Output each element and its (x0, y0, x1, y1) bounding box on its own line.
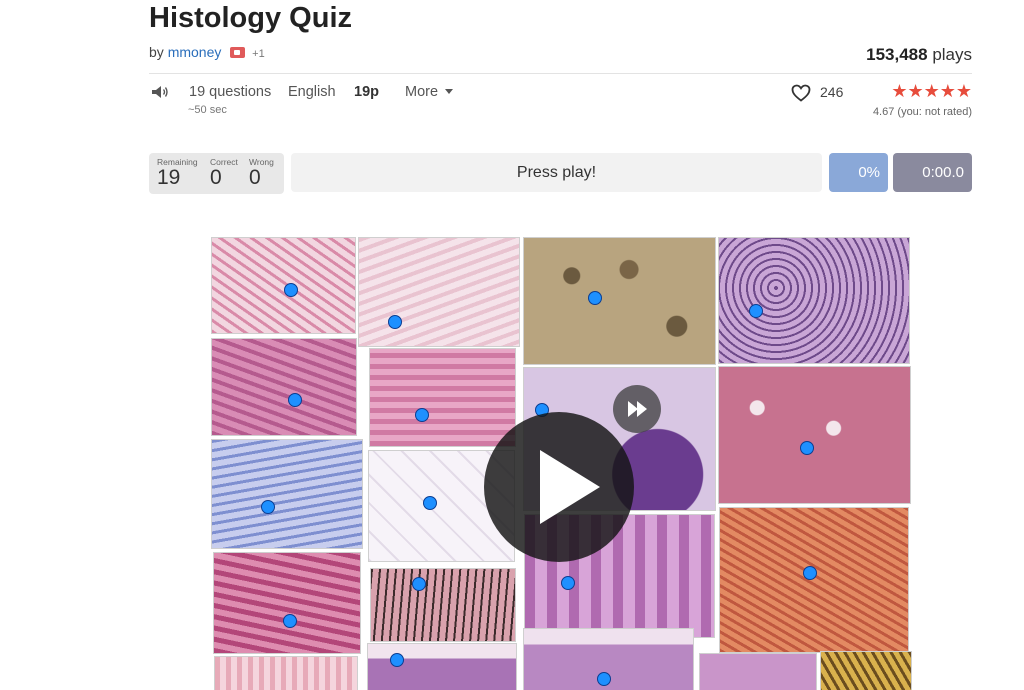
tissue-image-skeletal-muscle (213, 552, 361, 654)
tissue-image-elastic-cartilage (718, 366, 911, 504)
more-dropdown[interactable]: More (405, 84, 454, 100)
answer-marker[interactable] (561, 576, 575, 590)
remaining-counter: Remaining 19 (157, 157, 198, 189)
question-count: 19 questions (189, 84, 272, 100)
remaining-value: 19 (157, 166, 181, 189)
answer-marker[interactable] (288, 393, 302, 407)
wrong-counter: Wrong 0 (249, 157, 274, 189)
play-button[interactable] (484, 412, 634, 562)
answer-marker[interactable] (412, 577, 426, 591)
author-badge-icon (230, 47, 246, 58)
answer-marker[interactable] (597, 672, 611, 686)
chevron-down-icon (445, 89, 454, 94)
answer-marker[interactable] (803, 566, 817, 580)
tissue-image-cardiac-muscle (369, 348, 516, 447)
tissue-image-dense-irregular (358, 237, 520, 347)
rating-stars[interactable]: ★★★★★ (891, 81, 972, 102)
plays-count: 153,488 (866, 45, 928, 64)
tissue-image-mucosa (699, 653, 817, 690)
byline-prefix: by (149, 44, 164, 60)
rating-text: 4.67 (you: not rated) (872, 106, 972, 118)
correct-value: 0 (210, 166, 222, 189)
coauthors-count[interactable]: +1 (252, 48, 265, 60)
answer-marker[interactable] (800, 441, 814, 455)
tissue-image-elastic-fibers (370, 568, 516, 642)
answer-marker[interactable] (261, 500, 275, 514)
plays-label: plays (932, 45, 972, 64)
answer-marker[interactable] (423, 496, 437, 510)
tissue-image-loose-connective (211, 237, 356, 334)
wrong-value: 0 (249, 166, 261, 189)
quiz-points: 19p (354, 84, 379, 100)
quiz-timer: 0:00.0 (893, 153, 972, 192)
press-play-button[interactable]: Press play! (291, 153, 822, 192)
quiz-language: English (288, 84, 336, 100)
answer-marker[interactable] (588, 291, 602, 305)
answer-marker[interactable] (415, 408, 429, 422)
tissue-image-smooth-muscle (211, 338, 357, 436)
answer-marker[interactable] (388, 315, 402, 329)
progress-percent: 0% (829, 153, 888, 192)
header-divider (149, 73, 972, 74)
play-icon (540, 450, 600, 524)
tissue-image-simple-columnar (718, 237, 910, 364)
tissue-image-bone-marrow (719, 507, 909, 653)
answer-marker[interactable] (283, 614, 297, 628)
speaker-icon[interactable] (151, 85, 169, 99)
plays-counter: 153,488 plays (866, 45, 972, 65)
answer-marker[interactable] (284, 283, 298, 297)
author-link[interactable]: mmoney (168, 44, 222, 60)
byline: by mmoney +1 (149, 44, 265, 60)
fast-forward-button[interactable] (613, 385, 661, 433)
tissue-image-compact-bone (523, 237, 716, 365)
heart-icon[interactable] (791, 84, 811, 102)
like-count: 246 (820, 84, 844, 100)
answer-marker[interactable] (390, 653, 404, 667)
quiz-title: Histology Quiz (149, 2, 352, 34)
correct-counter: Correct 0 (210, 157, 238, 189)
tissue-image-pigmented (820, 651, 912, 690)
score-panel: Remaining 19 Correct 0 Wrong 0 (149, 153, 284, 194)
tissue-image-transitional (367, 643, 517, 690)
answer-marker[interactable] (749, 304, 763, 318)
quiz-duration: ~50 sec (188, 104, 227, 116)
tissue-image-nerve (211, 439, 363, 549)
tissue-image-reticular (214, 656, 358, 690)
more-label: More (405, 84, 439, 100)
